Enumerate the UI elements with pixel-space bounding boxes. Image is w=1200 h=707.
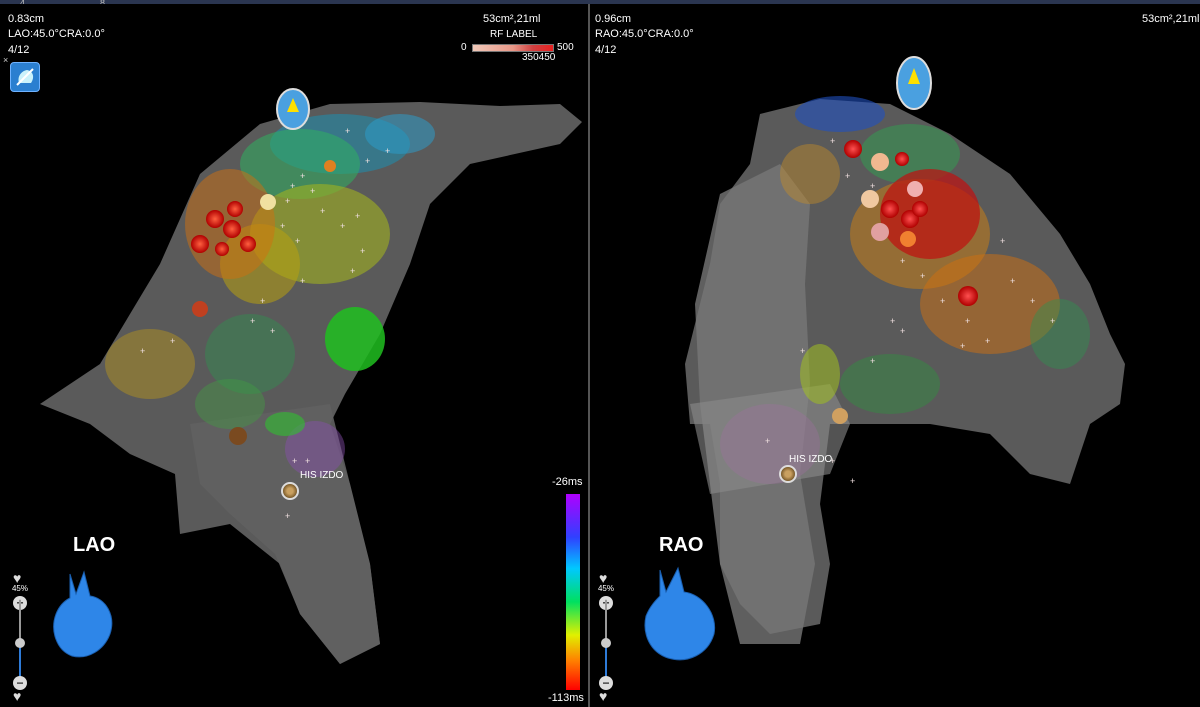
map-point-marker: + <box>870 181 875 191</box>
rf-label-max: 500 <box>557 42 574 53</box>
frame-counter: 4/12 <box>595 44 617 56</box>
map-point-marker: + <box>170 336 175 346</box>
map-point-marker: + <box>270 326 275 336</box>
compass-icon[interactable] <box>276 88 310 130</box>
rf-label-title: RF LABEL <box>490 29 538 40</box>
zoom-knob[interactable] <box>601 638 611 648</box>
map-point-marker: + <box>1030 296 1035 306</box>
close-icon[interactable]: × <box>3 55 8 65</box>
heart-small-icon: ♥ <box>13 688 22 704</box>
zoom-knob[interactable] <box>15 638 25 648</box>
colorbar-top-label: -26ms <box>552 476 583 488</box>
map-point-marker: + <box>140 346 145 356</box>
map-point-marker: + <box>900 256 905 266</box>
map-point-marker: + <box>350 266 355 276</box>
map-point-marker: + <box>300 276 305 286</box>
view-label: RAO <box>659 534 704 556</box>
projection-readout: RAO:45.0°CRA:0.0° <box>595 28 694 40</box>
heart-icon[interactable] <box>50 564 120 664</box>
map-point-marker: + <box>260 296 265 306</box>
view-label: LAO <box>73 534 116 556</box>
map-point-marker: + <box>345 126 350 136</box>
map-point-marker: + <box>365 156 370 166</box>
distance-readout: 0.96cm <box>595 13 632 25</box>
map-point-marker: + <box>845 171 850 181</box>
map-point-marker: + <box>800 346 805 356</box>
zoom-slider[interactable]: ♥ 45% + − ♥ <box>10 570 30 704</box>
map-point-marker: + <box>292 456 297 466</box>
activation-colorbar <box>566 494 580 690</box>
map-point-marker: + <box>300 171 305 181</box>
area-volume-readout: 53cm²,21ml <box>483 13 541 25</box>
rf-label-ticks: 350450 <box>522 52 556 63</box>
map-point-marker: + <box>290 181 295 191</box>
lao-viewport[interactable]: + + + + + + + + + + + + + + + + + + + + + + + 0.83cm LAO:45.0°… <box>0 4 588 707</box>
map-point-marker: + <box>960 341 965 351</box>
area-volume-readout: 53cm²,21ml <box>1142 13 1200 25</box>
projection-readout: LAO:45.0°CRA:0.0° <box>8 28 105 40</box>
map-point-marker: + <box>355 211 360 221</box>
map-point-marker: + <box>830 136 835 146</box>
map-point-marker: + <box>360 246 365 256</box>
map-point-marker: + <box>870 356 875 366</box>
map-point-marker: + <box>310 186 315 196</box>
map-point-marker: + <box>1000 236 1005 246</box>
frame-counter: 4/12 <box>8 44 30 56</box>
colorbar-bottom-label: -113ms <box>548 692 584 704</box>
map-point-marker: + <box>965 316 970 326</box>
map-point-marker: + <box>940 296 945 306</box>
distance-readout: 0.83cm <box>8 13 45 25</box>
zoom-percent: 45% <box>597 584 614 593</box>
map-point-marker: + <box>295 236 300 246</box>
his-label: HIS IZDO <box>300 470 344 481</box>
map-point-marker: + <box>765 436 770 446</box>
map-point-marker: + <box>305 456 310 466</box>
map-point-marker: + <box>250 316 255 326</box>
compass-icon[interactable] <box>896 56 932 110</box>
heart-small-icon: ♥ <box>599 688 608 704</box>
map-point-marker: + <box>920 271 925 281</box>
map-point-marker: + <box>320 206 325 216</box>
map-point-marker: + <box>900 326 905 336</box>
map-point-marker: + <box>285 196 290 206</box>
heart-icon[interactable] <box>638 562 728 667</box>
settings-icon[interactable] <box>10 62 40 92</box>
map-point-marker: + <box>850 476 855 486</box>
rao-viewport[interactable]: + + + + + + + + + + + + + + + + + + + + 0.96cm RAO:45.0°CRA… <box>590 4 1200 707</box>
map-point-marker: + <box>1050 316 1055 326</box>
his-label: HIS IZDO <box>789 454 833 465</box>
map-point-marker: + <box>280 221 285 231</box>
map-point-marker: + <box>985 336 990 346</box>
rf-label-scale <box>472 44 554 52</box>
his-marker[interactable] <box>779 465 797 483</box>
rf-label-min: 0 <box>461 42 467 53</box>
map-point-marker: + <box>385 146 390 156</box>
map-point-marker: + <box>340 221 345 231</box>
map-point-marker: + <box>285 511 290 521</box>
his-marker[interactable] <box>281 482 299 500</box>
zoom-percent: 45% <box>11 584 28 593</box>
map-point-marker: + <box>1010 276 1015 286</box>
map-point-marker: + <box>890 316 895 326</box>
zoom-slider[interactable]: ♥ 45% + − ♥ <box>596 570 616 704</box>
